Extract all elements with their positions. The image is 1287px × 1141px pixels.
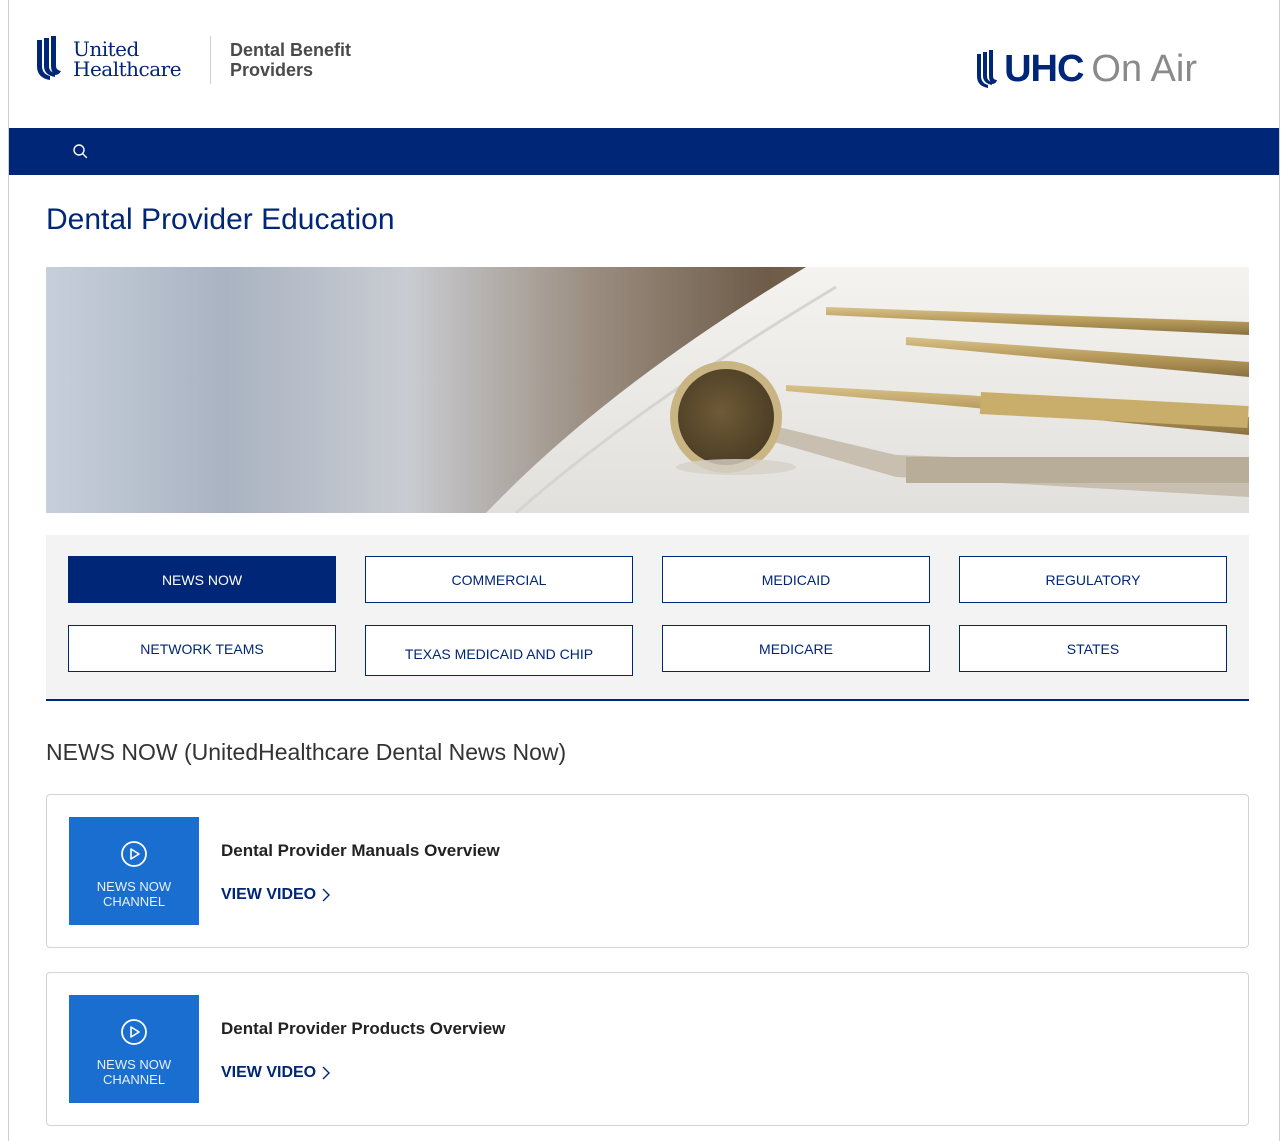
thumbnail-label-line-2: CHANNEL — [102, 894, 166, 909]
video-card: NEWS NOW CHANNEL Dental Provider Manuals… — [46, 794, 1249, 948]
chevron-right-icon — [322, 888, 331, 902]
page-title: Dental Provider Education — [46, 203, 395, 236]
video-title: Dental Provider Products Overview — [221, 1019, 506, 1038]
dental-benefit-providers-label: Dental Benefit Providers — [230, 40, 351, 80]
uhc-on-air-logo[interactable]: UHC On Air — [976, 48, 1197, 91]
section-heading: NEWS NOW (UnitedHealthcare Dental News N… — [46, 739, 567, 765]
category-commercial-button[interactable]: COMMERCIAL — [365, 556, 633, 603]
category-network-teams-button[interactable]: NETWORK TEAMS — [68, 625, 336, 672]
category-medicare-button[interactable]: MEDICARE — [662, 625, 930, 672]
site-header: United Healthcare Dental Benefit Provide… — [9, 0, 1279, 128]
thumbnail-label-line-2: CHANNEL — [102, 1072, 166, 1087]
uhc-shield-icon — [37, 36, 61, 80]
category-news-now-button[interactable]: NEWS NOW — [68, 556, 336, 603]
view-video-link[interactable]: VIEW VIDEO — [221, 886, 331, 904]
category-button-panel: NEWS NOW COMMERCIAL MEDICAID REGULATORY … — [46, 535, 1249, 701]
play-icon — [121, 841, 147, 867]
onair-text: On Air — [1091, 48, 1197, 90]
video-card: NEWS NOW CHANNEL Dental Provider Product… — [46, 972, 1249, 1126]
view-video-link[interactable]: VIEW VIDEO — [221, 1064, 331, 1082]
category-states-button[interactable]: STATES — [959, 625, 1227, 672]
thumbnail-label: NEWS NOW CHANNEL — [69, 879, 199, 909]
unitedhealthcare-logo[interactable]: United Healthcare — [35, 36, 182, 82]
category-regulatory-button[interactable]: REGULATORY — [959, 556, 1227, 603]
play-icon — [121, 1019, 147, 1045]
category-medicaid-button[interactable]: MEDICAID — [662, 556, 930, 603]
thumbnail-label-line-1: NEWS NOW — [96, 879, 172, 894]
dental-instruments-image — [46, 267, 1249, 513]
onair-uhc-text: UHC — [1004, 48, 1084, 90]
view-video-label: VIEW VIDEO — [221, 886, 317, 903]
hero-image — [46, 267, 1249, 513]
logo-line-1: United — [73, 37, 139, 61]
thumbnail-label: NEWS NOW CHANNEL — [69, 1057, 199, 1087]
logo-line-2: Healthcare — [73, 57, 182, 81]
browser-window: United Healthcare Dental Benefit Provide… — [8, 0, 1280, 1141]
video-title: Dental Provider Manuals Overview — [221, 841, 500, 860]
video-thumbnail[interactable]: NEWS NOW CHANNEL — [69, 995, 199, 1103]
video-thumbnail[interactable]: NEWS NOW CHANNEL — [69, 817, 199, 925]
chevron-right-icon — [322, 1066, 331, 1080]
search-icon[interactable] — [71, 142, 91, 162]
top-nav-bar — [9, 128, 1279, 175]
dbp-line-2: Providers — [230, 60, 314, 80]
view-video-label: VIEW VIDEO — [221, 1064, 317, 1081]
thumbnail-label-line-1: NEWS NOW — [96, 1057, 172, 1072]
uhc-wordmark: United Healthcare — [73, 37, 182, 81]
dbp-line-1: Dental Benefit — [230, 40, 352, 60]
category-texas-medicaid-chip-button[interactable]: TEXAS MEDICAID AND CHIP — [365, 625, 633, 676]
uhc-shield-small-icon — [977, 49, 998, 88]
logo-divider — [210, 36, 211, 84]
